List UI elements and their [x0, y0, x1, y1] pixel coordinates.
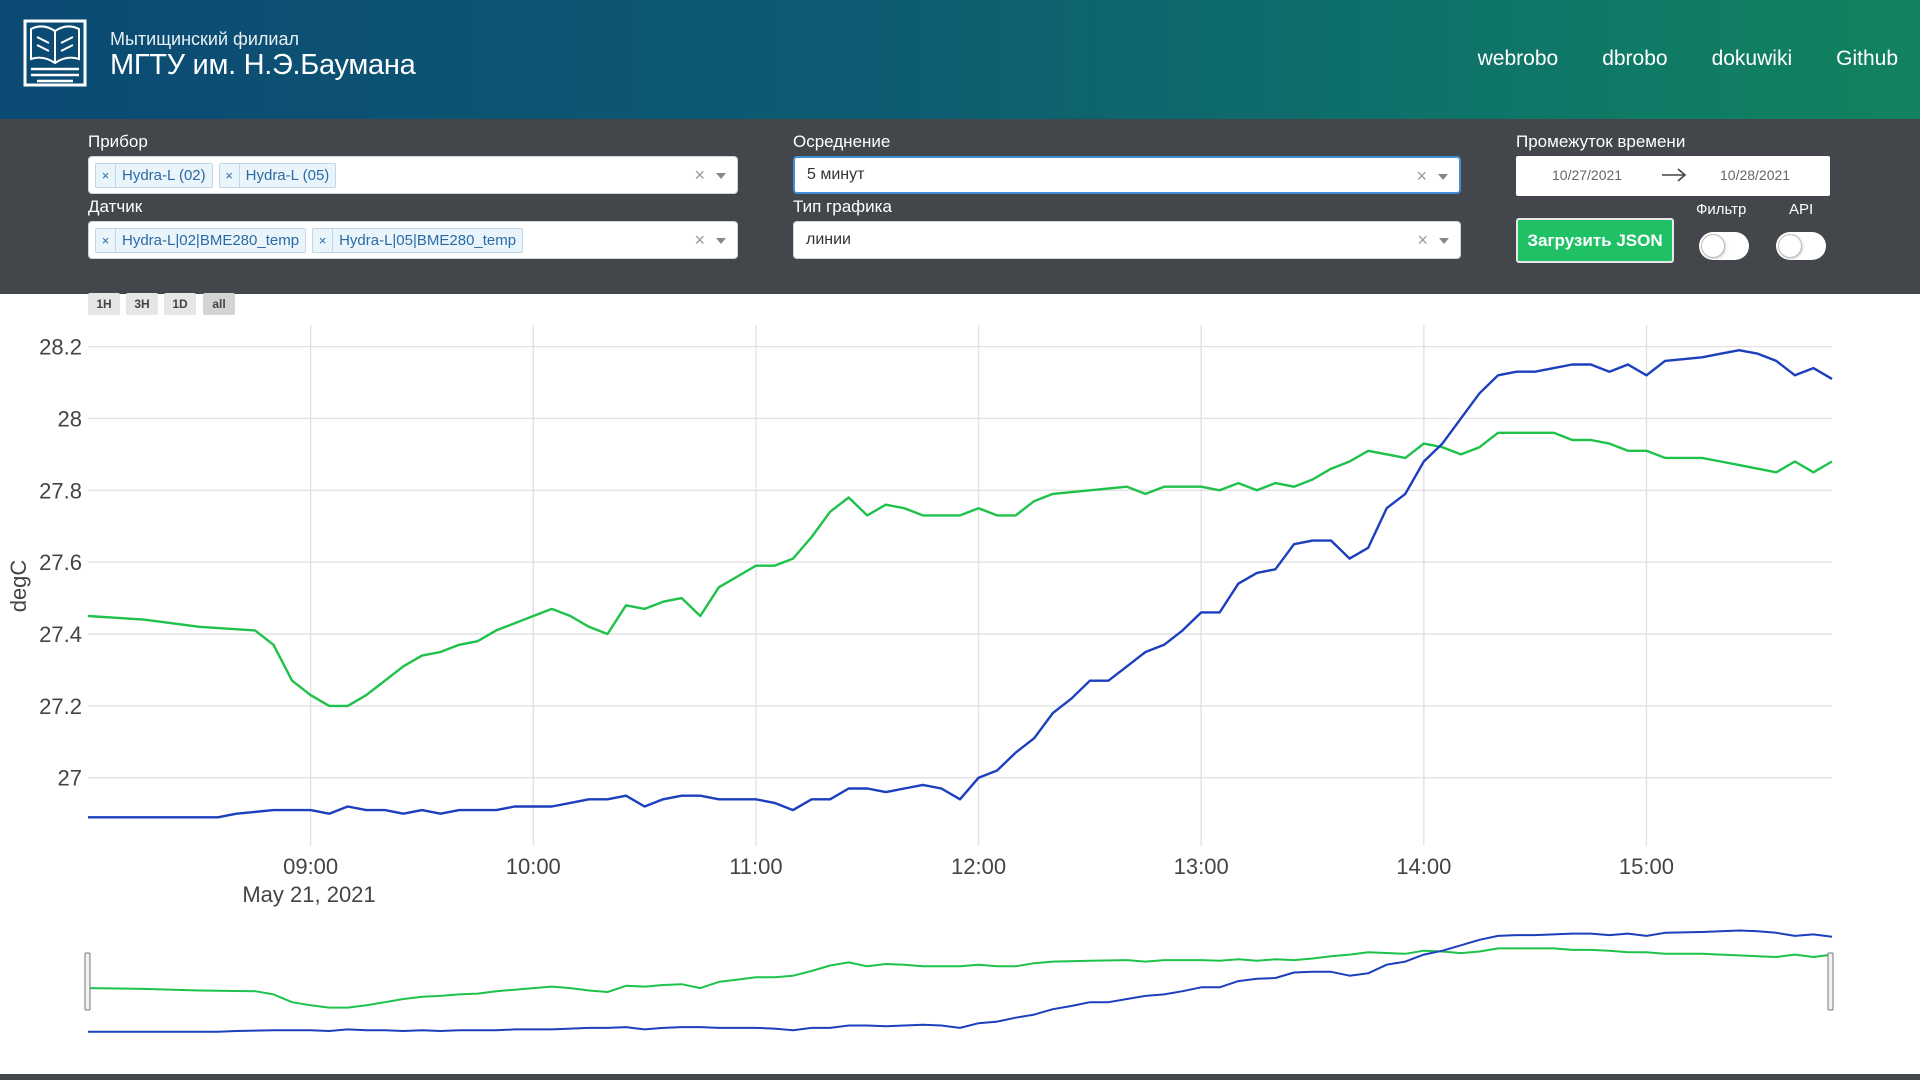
- chart-grid: [88, 325, 1832, 846]
- x-tick-label: 09:00: [283, 854, 338, 879]
- slider-left-handle[interactable]: [84, 952, 91, 1011]
- x-axis-date-label: May 21, 2021: [242, 882, 375, 907]
- x-tick-label: 13:00: [1174, 854, 1229, 879]
- range-slider: [84, 929, 1834, 1033]
- x-axis-ticks: 09:00 10:00 11:00 12:00 13:00 14:00 15:00: [283, 854, 1674, 879]
- y-tick-label: 28: [58, 406, 82, 431]
- series-line-1: [87, 431, 1833, 708]
- x-tick-label: 14:00: [1396, 854, 1451, 879]
- x-tick-label: 12:00: [951, 854, 1006, 879]
- chart-series: [87, 349, 1833, 819]
- bottom-bar: [0, 1074, 1920, 1080]
- y-tick-label: 27: [58, 766, 82, 791]
- y-axis-label: degC: [6, 560, 31, 613]
- series-line-2: [88, 349, 1833, 819]
- x-tick-label: 15:00: [1619, 854, 1674, 879]
- slider-series-line-1: [87, 947, 1833, 1009]
- y-tick-label: 27.4: [39, 622, 82, 647]
- y-tick-label: 27.8: [39, 478, 82, 503]
- y-tick-label: 27.6: [39, 550, 82, 575]
- slider-right-handle[interactable]: [1827, 952, 1834, 1011]
- y-axis-ticks: 27 27.2 27.4 27.6 27.8 28 28.2: [39, 335, 82, 791]
- x-tick-label: 11:00: [729, 854, 782, 879]
- x-tick-label: 10:00: [506, 854, 561, 879]
- y-tick-label: 28.2: [39, 335, 82, 360]
- slider-series-line-2: [88, 929, 1833, 1033]
- temperature-chart[interactable]: 27 27.2 27.4 27.6 27.8 28 28.2 09:00 10:00 11:00…: [0, 0, 1920, 1080]
- y-tick-label: 27.2: [39, 694, 82, 719]
